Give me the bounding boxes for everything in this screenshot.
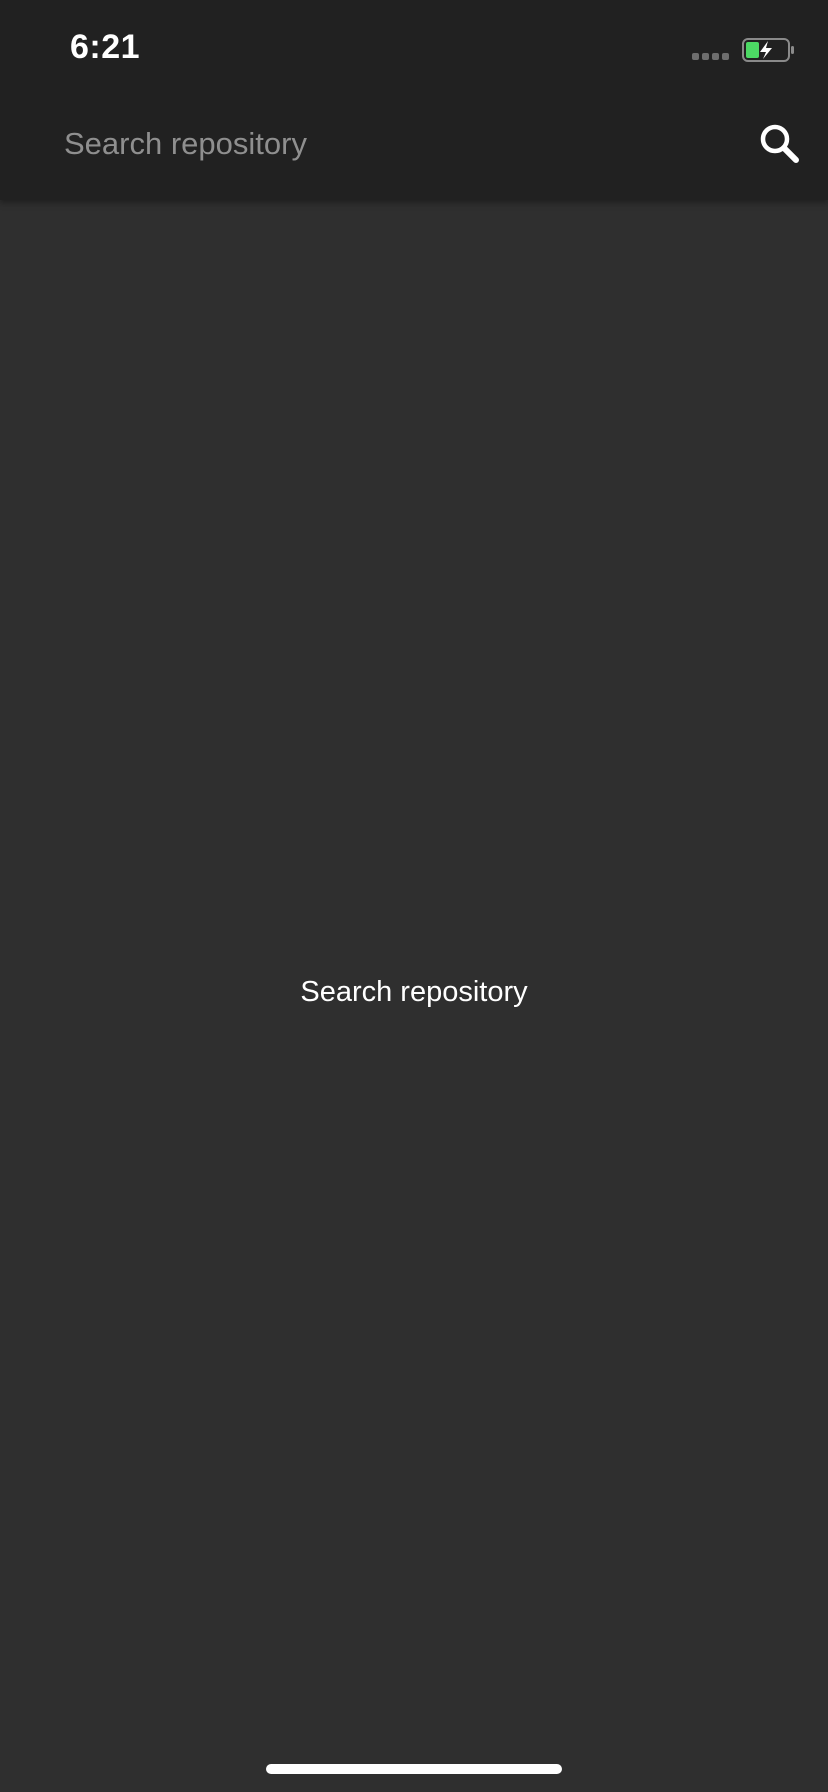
status-bar: 6:21 <box>0 0 828 100</box>
app-header: 6:21 <box>0 0 828 200</box>
signal-dots-icon <box>692 53 730 61</box>
signal-dot <box>692 53 699 60</box>
home-indicator[interactable] <box>266 1764 562 1774</box>
empty-state-message: Search repository <box>300 976 528 1008</box>
battery-charging-icon <box>742 38 794 62</box>
signal-dot <box>712 53 719 60</box>
signal-dot <box>722 53 729 60</box>
app-screen: 6:21 Search repository <box>0 0 828 1792</box>
search-icon[interactable] <box>756 120 804 168</box>
search-input[interactable] <box>64 122 724 166</box>
search-bar <box>0 100 828 200</box>
status-time: 6:21 <box>70 28 141 66</box>
signal-dot <box>702 53 709 60</box>
